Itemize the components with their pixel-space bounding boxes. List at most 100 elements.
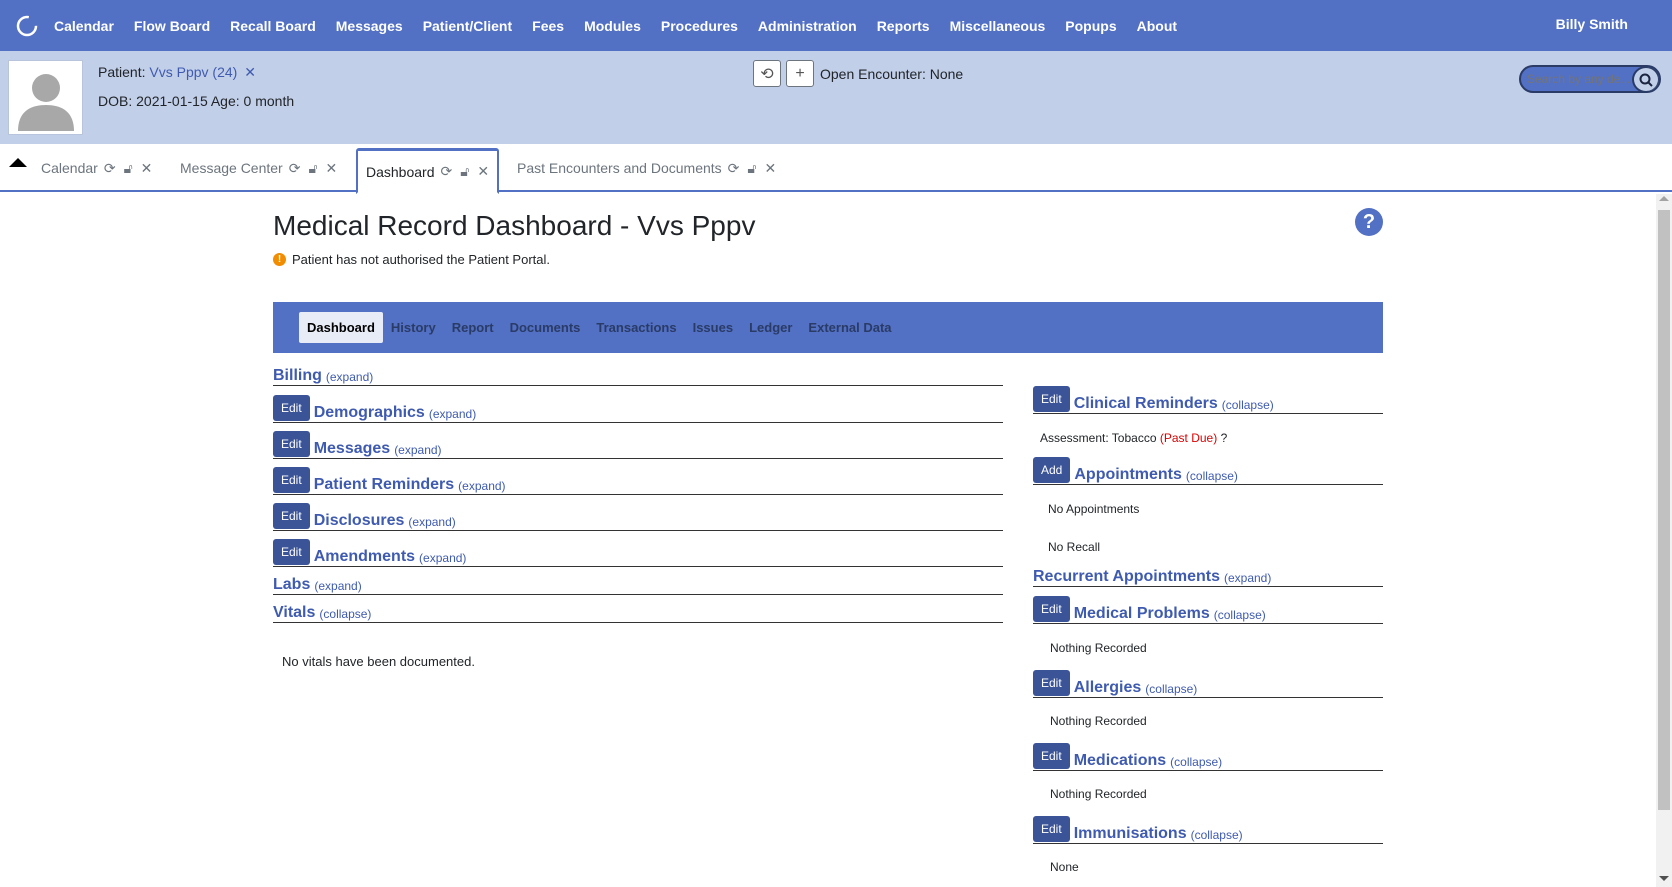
subnav-history[interactable]: History [383, 312, 444, 343]
nav-procedures[interactable]: Procedures [661, 18, 738, 34]
user-menu[interactable]: Billy Smith [1556, 16, 1628, 32]
appointments-toggle[interactable]: (collapse) [1186, 469, 1238, 483]
reminder-info-link[interactable]: ? [1221, 431, 1228, 445]
demographics-toggle[interactable]: (expand) [429, 407, 476, 421]
disclosures-title[interactable]: Disclosures [314, 512, 405, 530]
amendments-title[interactable]: Amendments [314, 548, 415, 566]
nav-popups[interactable]: Popups [1065, 18, 1116, 34]
nav-administration[interactable]: Administration [758, 18, 857, 34]
vitals-title[interactable]: Vitals [273, 604, 315, 622]
nav-fees[interactable]: Fees [532, 18, 564, 34]
search-button[interactable] [1632, 67, 1659, 91]
allergies-edit-button[interactable]: Edit [1033, 670, 1070, 696]
nav-recall-board[interactable]: Recall Board [230, 18, 316, 34]
demographics-title[interactable]: Demographics [314, 404, 425, 422]
subnav-documents[interactable]: Documents [502, 312, 589, 343]
messages-toggle[interactable]: (expand) [394, 443, 441, 457]
close-icon[interactable]: ✕ [764, 160, 776, 177]
allergies-toggle[interactable]: (collapse) [1145, 682, 1197, 696]
open-encounter-label: Open Encounter: None [820, 66, 964, 82]
patient-reminders-edit-button[interactable]: Edit [273, 467, 310, 493]
appointments-add-button[interactable]: Add [1033, 457, 1071, 483]
medications-edit-button[interactable]: Edit [1033, 743, 1070, 769]
subnav-ledger[interactable]: Ledger [741, 312, 800, 343]
refresh-icon[interactable]: ⟳ [104, 160, 116, 177]
patient-reminders-title[interactable]: Patient Reminders [314, 476, 454, 494]
app-logo-icon[interactable] [14, 13, 40, 39]
vitals-toggle[interactable]: (collapse) [319, 607, 371, 621]
nav-modules[interactable]: Modules [584, 18, 641, 34]
patient-name-link[interactable]: Vvs Pppv (24) [149, 64, 237, 80]
refresh-icon[interactable]: ⟳ [728, 160, 740, 177]
nav-about[interactable]: About [1137, 18, 1177, 34]
allergies-section: Edit Allergies (collapse) [1033, 667, 1383, 698]
nav-patient-client[interactable]: Patient/Client [423, 18, 512, 34]
refresh-icon[interactable]: ⟳ [289, 160, 301, 177]
disclosures-edit-button[interactable]: Edit [273, 503, 310, 529]
patient-dob: DOB: 2021-01-15 Age: 0 month [98, 93, 295, 109]
patient-reminders-toggle[interactable]: (expand) [458, 479, 505, 493]
labs-title[interactable]: Labs [273, 576, 310, 594]
medications-toggle[interactable]: (collapse) [1170, 755, 1222, 769]
tab-calendar[interactable]: Calendar ⟳ 🔓︎ ✕ [41, 144, 152, 192]
close-icon[interactable]: ✕ [326, 160, 338, 177]
refresh-icon[interactable]: ⟳ [441, 163, 453, 180]
close-icon[interactable]: ✕ [477, 163, 489, 180]
appointments-title[interactable]: Appointments [1074, 466, 1182, 484]
new-encounter-button[interactable]: + [786, 60, 814, 87]
medications-title[interactable]: Medications [1074, 752, 1166, 770]
labs-toggle[interactable]: (expand) [314, 579, 361, 593]
medications-empty-text: Nothing Recorded [1050, 787, 1147, 801]
search-input[interactable] [1527, 72, 1631, 86]
tab-dashboard[interactable]: Dashboard ⟳ 🔓︎ ✕ [356, 148, 500, 194]
unlock-icon[interactable]: 🔓︎ [460, 163, 469, 180]
portal-warning: ! Patient has not authorised the Patient… [273, 252, 550, 267]
recurrent-appointments-toggle[interactable]: (expand) [1224, 571, 1271, 585]
help-icon[interactable]: ? [1355, 208, 1383, 236]
encounter-history-button[interactable]: ⟲ [753, 60, 781, 87]
clinical-reminders-title[interactable]: Clinical Reminders [1074, 395, 1218, 413]
demographics-edit-button[interactable]: Edit [273, 395, 310, 421]
medical-problems-title[interactable]: Medical Problems [1074, 605, 1210, 623]
scroll-up-arrow-icon[interactable] [1659, 196, 1669, 201]
nav-flow-board[interactable]: Flow Board [134, 18, 210, 34]
close-patient-icon[interactable]: ✕ [244, 64, 256, 80]
nav-messages[interactable]: Messages [336, 18, 403, 34]
disclosures-toggle[interactable]: (expand) [408, 515, 455, 529]
medical-problems-section: Edit Medical Problems (collapse) [1033, 593, 1383, 624]
messages-edit-button[interactable]: Edit [273, 431, 310, 457]
clinical-reminders-toggle[interactable]: (collapse) [1222, 398, 1274, 412]
allergies-title[interactable]: Allergies [1074, 679, 1142, 697]
messages-title[interactable]: Messages [314, 440, 391, 458]
scrollbar-thumb[interactable] [1658, 210, 1670, 810]
subnav-report[interactable]: Report [444, 312, 502, 343]
recurrent-appointments-title[interactable]: Recurrent Appointments [1033, 568, 1220, 586]
tab-message-center[interactable]: Message Center ⟳ 🔓︎ ✕ [180, 144, 337, 192]
subnav-dashboard[interactable]: Dashboard [299, 312, 383, 343]
nav-calendar[interactable]: Calendar [54, 18, 114, 34]
subnav-transactions[interactable]: Transactions [588, 312, 684, 343]
scroll-down-arrow-icon[interactable] [1659, 876, 1669, 881]
amendments-edit-button[interactable]: Edit [273, 539, 310, 565]
collapse-header-icon[interactable] [9, 158, 27, 167]
tab-past-encounters[interactable]: Past Encounters and Documents ⟳ 🔓︎ ✕ [517, 144, 776, 192]
unlock-icon[interactable]: 🔓︎ [747, 160, 756, 177]
unlock-icon[interactable]: 🔓︎ [124, 160, 133, 177]
clinical-reminders-edit-button[interactable]: Edit [1033, 386, 1070, 412]
close-icon[interactable]: ✕ [141, 160, 153, 177]
page-title: Medical Record Dashboard - Vvs Pppv [273, 210, 756, 241]
medical-problems-edit-button[interactable]: Edit [1033, 596, 1070, 622]
billing-toggle[interactable]: (expand) [326, 370, 373, 384]
immunisations-toggle[interactable]: (collapse) [1191, 828, 1243, 842]
medical-problems-toggle[interactable]: (collapse) [1214, 608, 1266, 622]
immunisations-edit-button[interactable]: Edit [1033, 816, 1070, 842]
billing-title[interactable]: Billing [273, 367, 322, 385]
nav-reports[interactable]: Reports [877, 18, 930, 34]
nav-miscellaneous[interactable]: Miscellaneous [950, 18, 1046, 34]
immunisations-title[interactable]: Immunisations [1074, 825, 1187, 843]
subnav-external-data[interactable]: External Data [800, 312, 899, 343]
subnav-issues[interactable]: Issues [685, 312, 741, 343]
unlock-icon[interactable]: 🔓︎ [308, 160, 317, 177]
amendments-toggle[interactable]: (expand) [419, 551, 466, 565]
patient-avatar [8, 60, 83, 135]
